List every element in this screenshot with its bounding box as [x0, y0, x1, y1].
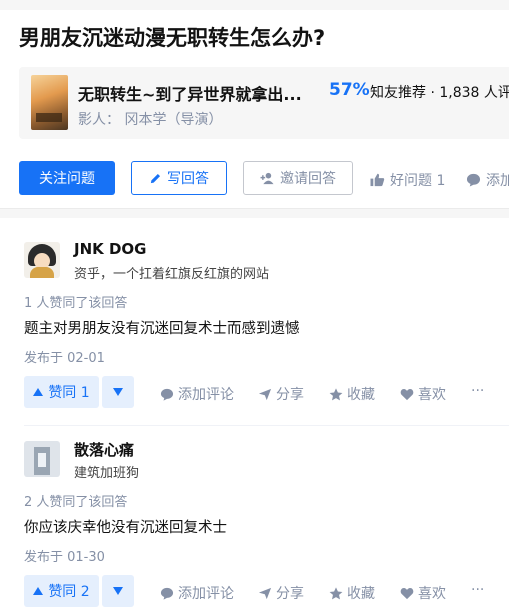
collect-label: 收藏 — [347, 387, 375, 403]
upvote-label: 赞同 2 — [48, 584, 90, 600]
add-comment-button[interactable]: 添加 — [466, 170, 509, 190]
publish-date[interactable]: 发布于 02-01 — [24, 347, 105, 366]
section-divider — [0, 208, 509, 218]
heart-icon — [400, 587, 414, 600]
triangle-down-icon — [113, 388, 123, 396]
share-button[interactable]: 分享 — [258, 583, 304, 603]
comment-button[interactable]: 添加评论 — [160, 384, 234, 404]
triangle-down-icon — [113, 587, 123, 595]
upvote-button[interactable]: 赞同 1 — [24, 376, 99, 408]
comment-label: 添加评论 — [178, 387, 234, 403]
downvote-button[interactable] — [102, 376, 134, 408]
triangle-up-icon — [33, 587, 44, 595]
upvote-label: 赞同 1 — [48, 385, 90, 401]
vote-count-text: 1 人赞同了该回答 — [24, 296, 128, 311]
pencil-icon — [149, 172, 162, 185]
share-icon — [258, 388, 272, 401]
invite-answer-label: 邀请回答 — [280, 171, 336, 187]
comment-icon — [160, 388, 174, 401]
author-name[interactable]: 散落心痛 — [74, 439, 134, 460]
media-title[interactable]: 无职转生~到了异世界就拿出... — [78, 81, 302, 105]
add-user-icon — [260, 172, 275, 185]
more-options-button[interactable]: ··· — [471, 582, 484, 598]
author-bio: 建筑加班狗 — [74, 466, 140, 481]
triangle-up-icon — [33, 388, 44, 396]
top-strip — [0, 0, 509, 10]
recommend-text: 知友推荐 · 1,838 人评 — [370, 85, 509, 101]
like-button[interactable]: 喜欢 — [400, 583, 446, 603]
good-question-label: 好问题 1 — [390, 173, 446, 189]
poster-logo — [36, 113, 62, 122]
share-label: 分享 — [276, 586, 304, 602]
downvote-button[interactable] — [102, 575, 134, 607]
author-bio: 资乎，一个扛着红旗反红旗的网站 — [74, 267, 270, 282]
recommend-percent: 57% — [329, 80, 370, 100]
like-label: 喜欢 — [418, 586, 446, 602]
like-button[interactable]: 喜欢 — [400, 384, 446, 404]
good-question-button[interactable]: 好问题 1 — [370, 170, 445, 190]
add-comment-label: 添加 — [486, 173, 509, 189]
comment-label: 添加评论 — [178, 586, 234, 602]
answer-content[interactable]: 题主对男朋友没有沉迷回复术士而感到遗憾 — [24, 317, 300, 338]
question-title[interactable]: 男朋友沉迷动漫无职转生怎么办? — [19, 22, 325, 52]
media-poster[interactable] — [31, 75, 68, 130]
like-label: 喜欢 — [418, 387, 446, 403]
star-icon — [329, 387, 343, 401]
more-options-button[interactable]: ··· — [471, 383, 484, 399]
media-people: 影人： 冈本学（导演） — [78, 112, 223, 128]
related-media-card[interactable]: 无职转生~到了异世界就拿出... 57% 知友推荐 · 1,838 人评 影人：… — [19, 67, 509, 139]
share-label: 分享 — [276, 387, 304, 403]
invite-answer-button[interactable]: 邀请回答 — [243, 161, 353, 195]
star-icon — [329, 586, 343, 600]
write-answer-label: 写回答 — [167, 171, 209, 187]
vote-count-text: 2 人赞同了该回答 — [24, 495, 128, 510]
publish-date[interactable]: 发布于 01-30 — [24, 546, 105, 565]
answer-content[interactable]: 你应该庆幸他没有沉迷回复术士 — [24, 516, 227, 537]
avatar[interactable] — [24, 441, 60, 477]
collect-button[interactable]: 收藏 — [329, 583, 375, 603]
write-answer-button[interactable]: 写回答 — [131, 161, 227, 195]
comment-button[interactable]: 添加评论 — [160, 583, 234, 603]
avatar[interactable] — [24, 242, 60, 278]
share-button[interactable]: 分享 — [258, 384, 304, 404]
comment-icon — [160, 587, 174, 600]
heart-icon — [400, 388, 414, 401]
collect-button[interactable]: 收藏 — [329, 384, 375, 404]
comment-icon — [466, 173, 481, 187]
answer-separator — [24, 425, 509, 426]
follow-question-button[interactable]: 关注问题 — [19, 161, 115, 195]
thumbs-up-icon — [370, 173, 385, 187]
upvote-button[interactable]: 赞同 2 — [24, 575, 99, 607]
author-name[interactable]: JNK DOG — [74, 240, 147, 258]
collect-label: 收藏 — [347, 586, 375, 602]
share-icon — [258, 587, 272, 600]
